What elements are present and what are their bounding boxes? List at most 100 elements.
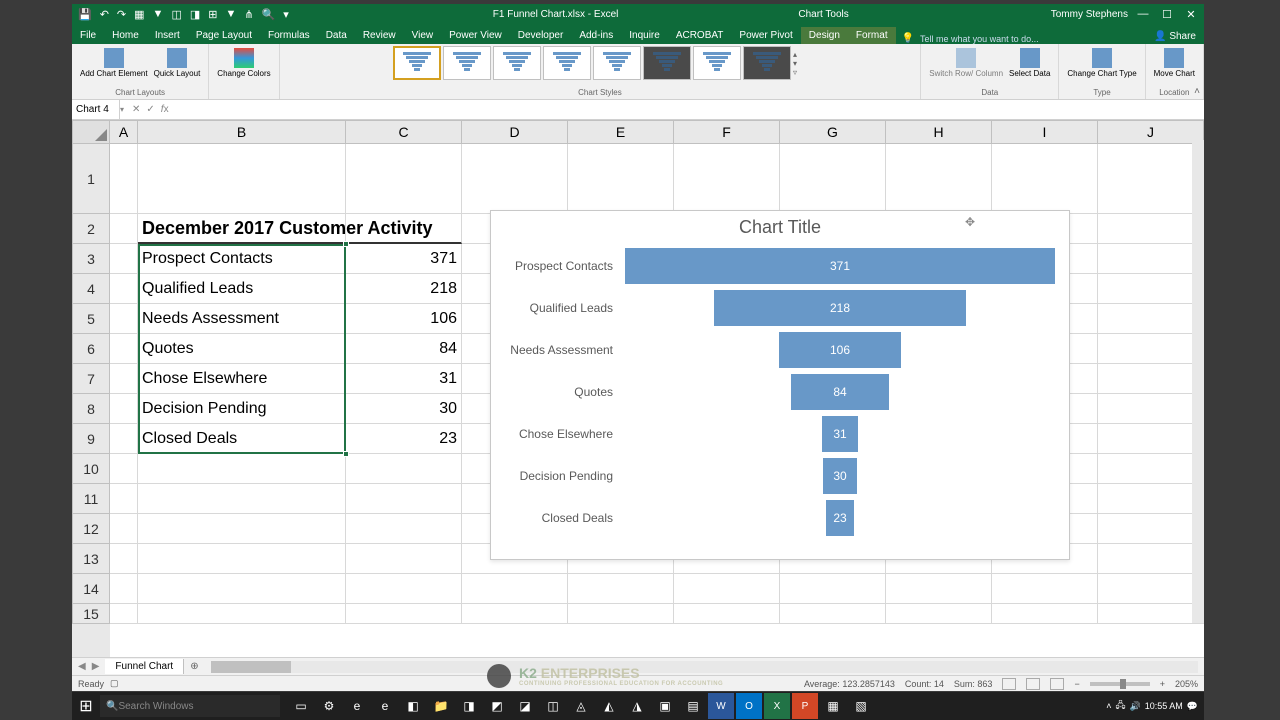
enter-icon[interactable]: ✓ xyxy=(146,104,154,115)
tab-design[interactable]: Design xyxy=(801,27,848,44)
word-icon[interactable]: W xyxy=(708,693,734,719)
task-view-icon[interactable]: ▭ xyxy=(288,693,314,719)
funnel-row[interactable]: Decision Pending30 xyxy=(501,458,1059,494)
row-header[interactable]: 11 xyxy=(72,484,110,514)
share-button[interactable]: 👤 Share xyxy=(1146,29,1204,44)
row-header[interactable]: 8 xyxy=(72,394,110,424)
chart-title[interactable]: Chart Title xyxy=(491,211,1069,244)
cell[interactable] xyxy=(1098,144,1204,214)
network-icon[interactable]: 🖧 xyxy=(1115,698,1125,714)
cell[interactable] xyxy=(138,574,346,604)
column-header[interactable]: C xyxy=(346,120,462,144)
settings-icon[interactable]: ⚙ xyxy=(316,693,342,719)
cell[interactable] xyxy=(110,424,138,454)
cell[interactable] xyxy=(1098,484,1204,514)
chart-move-handle-icon[interactable]: ✥ xyxy=(965,215,975,229)
cell[interactable] xyxy=(568,144,674,214)
app-icon[interactable]: ◭ xyxy=(596,693,622,719)
zoom-slider[interactable] xyxy=(1090,682,1150,686)
cell[interactable] xyxy=(138,604,346,624)
tab-page-layout[interactable]: Page Layout xyxy=(188,27,260,44)
cell[interactable] xyxy=(346,144,462,214)
row-header[interactable]: 9 xyxy=(72,424,110,454)
funnel-row[interactable]: Quotes84 xyxy=(501,374,1059,410)
excel-icon[interactable]: X xyxy=(764,693,790,719)
row-header[interactable]: 6 xyxy=(72,334,110,364)
column-header[interactable]: H xyxy=(886,120,992,144)
column-header[interactable]: J xyxy=(1098,120,1204,144)
cell[interactable] xyxy=(110,544,138,574)
cell[interactable] xyxy=(1098,454,1204,484)
tab-powerpivot[interactable]: Power Pivot xyxy=(731,27,800,44)
cell[interactable] xyxy=(462,604,568,624)
chart-style-option[interactable] xyxy=(393,46,441,80)
select-data-button[interactable]: Select Data xyxy=(1007,46,1052,81)
app-icon[interactable]: ▧ xyxy=(848,693,874,719)
maximize-icon[interactable]: ☐ xyxy=(1158,8,1176,21)
tab-addins[interactable]: Add-ins xyxy=(571,27,621,44)
app-icon[interactable]: ◬ xyxy=(568,693,594,719)
chart-style-option[interactable] xyxy=(593,46,641,80)
qa-icon[interactable]: ⊞ xyxy=(208,8,217,21)
tab-insert[interactable]: Insert xyxy=(147,27,188,44)
cell[interactable] xyxy=(568,574,674,604)
tab-review[interactable]: Review xyxy=(355,27,404,44)
cell[interactable] xyxy=(1098,244,1204,274)
cell[interactable] xyxy=(110,304,138,334)
qa-icon[interactable]: ◨ xyxy=(190,8,200,21)
start-button[interactable]: ⊞ xyxy=(72,692,100,720)
funnel-chart-object[interactable]: ✥ Chart Title Prospect Contacts371Qualif… xyxy=(490,210,1070,560)
funnel-row[interactable]: Closed Deals23 xyxy=(501,500,1059,536)
funnel-row[interactable]: Needs Assessment106 xyxy=(501,332,1059,368)
funnel-row[interactable]: Chose Elsewhere31 xyxy=(501,416,1059,452)
cell[interactable] xyxy=(346,544,462,574)
column-header[interactable]: E xyxy=(568,120,674,144)
funnel-bar[interactable]: 30 xyxy=(823,458,858,494)
edge-icon[interactable]: e xyxy=(344,693,370,719)
cell[interactable] xyxy=(1098,304,1204,334)
powerpoint-icon[interactable]: P xyxy=(792,693,818,719)
tab-home[interactable]: Home xyxy=(104,27,147,44)
funnel-bar[interactable]: 218 xyxy=(714,290,967,326)
cell[interactable] xyxy=(674,574,780,604)
view-normal-icon[interactable] xyxy=(1002,678,1016,690)
search-input[interactable]: 🔍 Search Windows xyxy=(100,695,280,717)
qa-dropdown-icon[interactable]: ▾ xyxy=(283,8,289,21)
cell[interactable]: Prospect Contacts xyxy=(138,244,346,274)
cell[interactable] xyxy=(138,544,346,574)
vertical-scrollbar[interactable] xyxy=(1192,140,1204,623)
cell[interactable] xyxy=(110,484,138,514)
funnel-bar[interactable]: 31 xyxy=(822,416,858,452)
folder-icon[interactable]: 📁 xyxy=(428,693,454,719)
funnel-bar[interactable]: 84 xyxy=(791,374,888,410)
app-icon[interactable]: ◫ xyxy=(540,693,566,719)
user-name[interactable]: Tommy Stephens xyxy=(1051,9,1128,20)
outlook-icon[interactable]: O xyxy=(736,693,762,719)
cell[interactable] xyxy=(1098,214,1204,244)
cell[interactable] xyxy=(886,144,992,214)
column-header[interactable]: A xyxy=(110,120,138,144)
app-icon[interactable]: ◪ xyxy=(512,693,538,719)
app-icon[interactable]: ◩ xyxy=(484,693,510,719)
row-header[interactable]: 14 xyxy=(72,574,110,604)
app-icon[interactable]: ▤ xyxy=(680,693,706,719)
row-header[interactable]: 15 xyxy=(72,604,110,624)
cell[interactable] xyxy=(110,274,138,304)
tab-file[interactable]: File xyxy=(72,27,104,44)
add-chart-element-button[interactable]: Add Chart Element xyxy=(78,46,150,81)
change-chart-type-button[interactable]: Change Chart Type xyxy=(1065,46,1138,81)
cell[interactable]: 106 xyxy=(346,304,462,334)
cell[interactable] xyxy=(110,454,138,484)
row-header[interactable]: 1 xyxy=(72,144,110,214)
cell[interactable]: Needs Assessment xyxy=(138,304,346,334)
cell[interactable] xyxy=(462,144,568,214)
tab-acrobat[interactable]: ACROBAT xyxy=(668,27,732,44)
chart-style-option[interactable] xyxy=(493,46,541,80)
cell[interactable] xyxy=(346,514,462,544)
cell[interactable]: 218 xyxy=(346,274,462,304)
cell[interactable] xyxy=(110,394,138,424)
close-icon[interactable]: ✕ xyxy=(1182,8,1200,21)
cell[interactable] xyxy=(1098,274,1204,304)
cell[interactable] xyxy=(992,144,1098,214)
tab-format[interactable]: Format xyxy=(848,27,896,44)
